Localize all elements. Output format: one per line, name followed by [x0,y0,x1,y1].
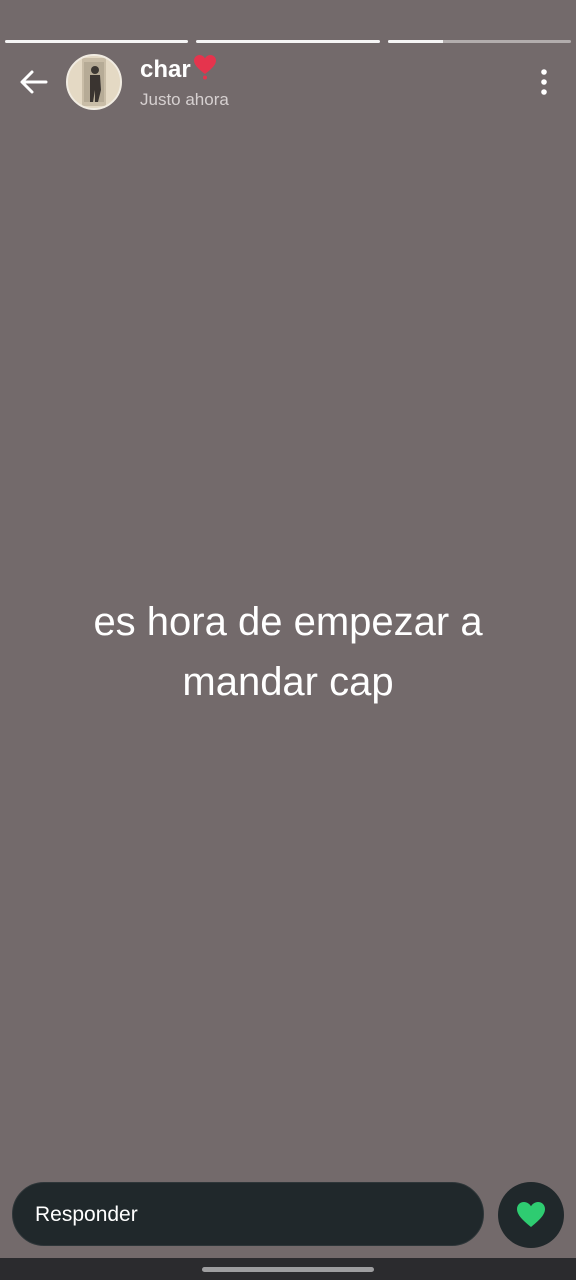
story-progress-segment [5,40,189,43]
arrow-left-icon [20,70,48,94]
reply-placeholder: Responder [35,1203,138,1226]
system-navigation-bar [0,1258,576,1280]
heart-emoji-icon [193,55,216,80]
username-row[interactable]: char [140,55,217,84]
more-options-button[interactable] [532,68,556,96]
like-button[interactable] [498,1182,564,1248]
progress-fill [387,40,443,43]
progress-fill [196,40,380,43]
progress-fill [5,40,189,43]
heart-icon [517,1202,545,1227]
story-progress-segment [196,40,380,43]
story-text: es hora de empezar a mandar cap [93,600,483,704]
more-vertical-icon [541,69,547,95]
reply-input[interactable]: Responder [12,1182,484,1246]
avatar[interactable] [66,54,122,110]
story-progress-bar [5,40,571,44]
home-gesture-handle[interactable] [202,1267,374,1272]
story-timestamp: Justo ahora [140,90,229,109]
username[interactable]: char [140,56,191,84]
avatar-photo [68,56,120,108]
story-header: char Justo ahora [0,54,576,110]
story-progress-segment [387,40,571,43]
back-button[interactable] [18,68,50,96]
